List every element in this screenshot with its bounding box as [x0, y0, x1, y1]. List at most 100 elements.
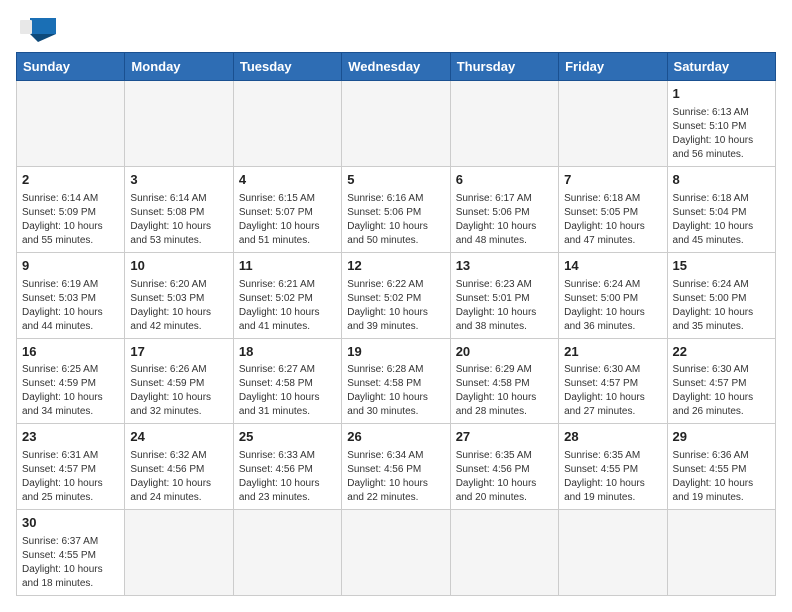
calendar-cell: 26 Sunrise: 6:34 AM Sunset: 4:56 PM Dayli…	[342, 424, 450, 510]
day-number: 24	[130, 428, 227, 447]
day-number: 7	[564, 171, 661, 190]
calendar-header-row: SundayMondayTuesdayWednesdayThursdayFrid…	[17, 53, 776, 81]
calendar-cell: 27 Sunrise: 6:35 AM Sunset: 4:56 PM Dayli…	[450, 424, 558, 510]
page-header	[16, 16, 776, 44]
calendar-cell: 7 Sunrise: 6:18 AM Sunset: 5:05 PM Daylig…	[559, 166, 667, 252]
day-info: Sunrise: 6:35 AM Sunset: 4:56 PM Dayligh…	[456, 449, 553, 505]
calendar-cell: 17Sunrise: 6:26 AM Sunset: 4:59 PM Dayli…	[125, 338, 233, 424]
day-number: 29	[673, 428, 770, 447]
day-number: 23	[22, 428, 119, 447]
day-info: Sunrise: 6:29 AM Sunset: 4:58 PM Dayligh…	[456, 363, 553, 419]
calendar-cell: 30 Sunrise: 6:37 AM Sunset: 4:55 PM Dayli…	[17, 510, 125, 596]
day-info: Sunrise: 6:14 AM Sunset: 5:08 PM Dayligh…	[130, 192, 227, 248]
logo-icon	[20, 16, 56, 44]
day-number: 20	[456, 343, 553, 362]
calendar-cell: 20Sunrise: 6:29 AM Sunset: 4:58 PM Dayli…	[450, 338, 558, 424]
day-number: 14	[564, 257, 661, 276]
calendar-cell: 9Sunrise: 6:19 AM Sunset: 5:03 PM Daylig…	[17, 252, 125, 338]
day-number: 8	[673, 171, 770, 190]
day-number: 16	[22, 343, 119, 362]
day-info: Sunrise: 6:25 AM Sunset: 4:59 PM Dayligh…	[22, 363, 119, 419]
calendar-cell: 5 Sunrise: 6:16 AM Sunset: 5:06 PM Daylig…	[342, 166, 450, 252]
day-info: Sunrise: 6:22 AM Sunset: 5:02 PM Dayligh…	[347, 278, 444, 334]
calendar-cell	[559, 510, 667, 596]
day-number: 4	[239, 171, 336, 190]
calendar-cell	[233, 81, 341, 167]
day-number: 13	[456, 257, 553, 276]
day-info: Sunrise: 6:18 AM Sunset: 5:04 PM Dayligh…	[673, 192, 770, 248]
day-info: Sunrise: 6:24 AM Sunset: 5:00 PM Dayligh…	[673, 278, 770, 334]
col-header-saturday: Saturday	[667, 53, 775, 81]
calendar-cell: 29 Sunrise: 6:36 AM Sunset: 4:55 PM Dayli…	[667, 424, 775, 510]
day-info: Sunrise: 6:18 AM Sunset: 5:05 PM Dayligh…	[564, 192, 661, 248]
day-info: Sunrise: 6:19 AM Sunset: 5:03 PM Dayligh…	[22, 278, 119, 334]
day-info: Sunrise: 6:13 AM Sunset: 5:10 PM Dayligh…	[673, 106, 770, 162]
calendar-cell: 8 Sunrise: 6:18 AM Sunset: 5:04 PM Daylig…	[667, 166, 775, 252]
day-info: Sunrise: 6:35 AM Sunset: 4:55 PM Dayligh…	[564, 449, 661, 505]
calendar-cell	[667, 510, 775, 596]
calendar-cell: 21Sunrise: 6:30 AM Sunset: 4:57 PM Dayli…	[559, 338, 667, 424]
calendar-cell: 22Sunrise: 6:30 AM Sunset: 4:57 PM Dayli…	[667, 338, 775, 424]
day-info: Sunrise: 6:24 AM Sunset: 5:00 PM Dayligh…	[564, 278, 661, 334]
calendar-cell: 12 Sunrise: 6:22 AM Sunset: 5:02 PM Dayli…	[342, 252, 450, 338]
col-header-monday: Monday	[125, 53, 233, 81]
day-number: 17	[130, 343, 227, 362]
day-info: Sunrise: 6:21 AM Sunset: 5:02 PM Dayligh…	[239, 278, 336, 334]
col-header-friday: Friday	[559, 53, 667, 81]
day-number: 11	[239, 257, 336, 276]
logo	[16, 16, 56, 44]
day-info: Sunrise: 6:14 AM Sunset: 5:09 PM Dayligh…	[22, 192, 119, 248]
calendar-cell: 10Sunrise: 6:20 AM Sunset: 5:03 PM Dayli…	[125, 252, 233, 338]
calendar-cell	[342, 81, 450, 167]
day-number: 26	[347, 428, 444, 447]
day-info: Sunrise: 6:36 AM Sunset: 4:55 PM Dayligh…	[673, 449, 770, 505]
day-info: Sunrise: 6:20 AM Sunset: 5:03 PM Dayligh…	[130, 278, 227, 334]
day-info: Sunrise: 6:34 AM Sunset: 4:56 PM Dayligh…	[347, 449, 444, 505]
day-number: 2	[22, 171, 119, 190]
calendar-cell: 28 Sunrise: 6:35 AM Sunset: 4:55 PM Dayli…	[559, 424, 667, 510]
calendar-cell: 2 Sunrise: 6:14 AM Sunset: 5:09 PM Daylig…	[17, 166, 125, 252]
day-number: 21	[564, 343, 661, 362]
week-row-1: 2 Sunrise: 6:14 AM Sunset: 5:09 PM Daylig…	[17, 166, 776, 252]
calendar-cell	[125, 510, 233, 596]
calendar-cell: 11 Sunrise: 6:21 AM Sunset: 5:02 PM Dayli…	[233, 252, 341, 338]
calendar: SundayMondayTuesdayWednesdayThursdayFrid…	[16, 52, 776, 596]
calendar-cell	[450, 81, 558, 167]
week-row-5: 30 Sunrise: 6:37 AM Sunset: 4:55 PM Dayli…	[17, 510, 776, 596]
calendar-cell	[17, 81, 125, 167]
day-number: 12	[347, 257, 444, 276]
calendar-cell: 1 Sunrise: 6:13 AM Sunset: 5:10 PM Daylig…	[667, 81, 775, 167]
day-info: Sunrise: 6:17 AM Sunset: 5:06 PM Dayligh…	[456, 192, 553, 248]
day-info: Sunrise: 6:31 AM Sunset: 4:57 PM Dayligh…	[22, 449, 119, 505]
day-info: Sunrise: 6:30 AM Sunset: 4:57 PM Dayligh…	[673, 363, 770, 419]
day-number: 5	[347, 171, 444, 190]
calendar-cell: 13 Sunrise: 6:23 AM Sunset: 5:01 PM Dayli…	[450, 252, 558, 338]
day-number: 27	[456, 428, 553, 447]
col-header-sunday: Sunday	[17, 53, 125, 81]
calendar-cell: 24Sunrise: 6:32 AM Sunset: 4:56 PM Dayli…	[125, 424, 233, 510]
calendar-cell: 15 Sunrise: 6:24 AM Sunset: 5:00 PM Dayli…	[667, 252, 775, 338]
calendar-cell	[450, 510, 558, 596]
day-info: Sunrise: 6:16 AM Sunset: 5:06 PM Dayligh…	[347, 192, 444, 248]
day-info: Sunrise: 6:28 AM Sunset: 4:58 PM Dayligh…	[347, 363, 444, 419]
col-header-wednesday: Wednesday	[342, 53, 450, 81]
week-row-0: 1 Sunrise: 6:13 AM Sunset: 5:10 PM Daylig…	[17, 81, 776, 167]
day-number: 22	[673, 343, 770, 362]
calendar-cell: 14 Sunrise: 6:24 AM Sunset: 5:00 PM Dayli…	[559, 252, 667, 338]
day-number: 1	[673, 85, 770, 104]
day-info: Sunrise: 6:37 AM Sunset: 4:55 PM Dayligh…	[22, 535, 119, 591]
day-info: Sunrise: 6:33 AM Sunset: 4:56 PM Dayligh…	[239, 449, 336, 505]
calendar-cell: 6Sunrise: 6:17 AM Sunset: 5:06 PM Daylig…	[450, 166, 558, 252]
day-number: 15	[673, 257, 770, 276]
week-row-3: 16Sunrise: 6:25 AM Sunset: 4:59 PM Dayli…	[17, 338, 776, 424]
day-info: Sunrise: 6:23 AM Sunset: 5:01 PM Dayligh…	[456, 278, 553, 334]
calendar-cell	[233, 510, 341, 596]
col-header-tuesday: Tuesday	[233, 53, 341, 81]
day-number: 18	[239, 343, 336, 362]
calendar-cell: 16Sunrise: 6:25 AM Sunset: 4:59 PM Dayli…	[17, 338, 125, 424]
day-number: 30	[22, 514, 119, 533]
calendar-cell: 19Sunrise: 6:28 AM Sunset: 4:58 PM Dayli…	[342, 338, 450, 424]
day-number: 28	[564, 428, 661, 447]
week-row-2: 9Sunrise: 6:19 AM Sunset: 5:03 PM Daylig…	[17, 252, 776, 338]
day-info: Sunrise: 6:27 AM Sunset: 4:58 PM Dayligh…	[239, 363, 336, 419]
